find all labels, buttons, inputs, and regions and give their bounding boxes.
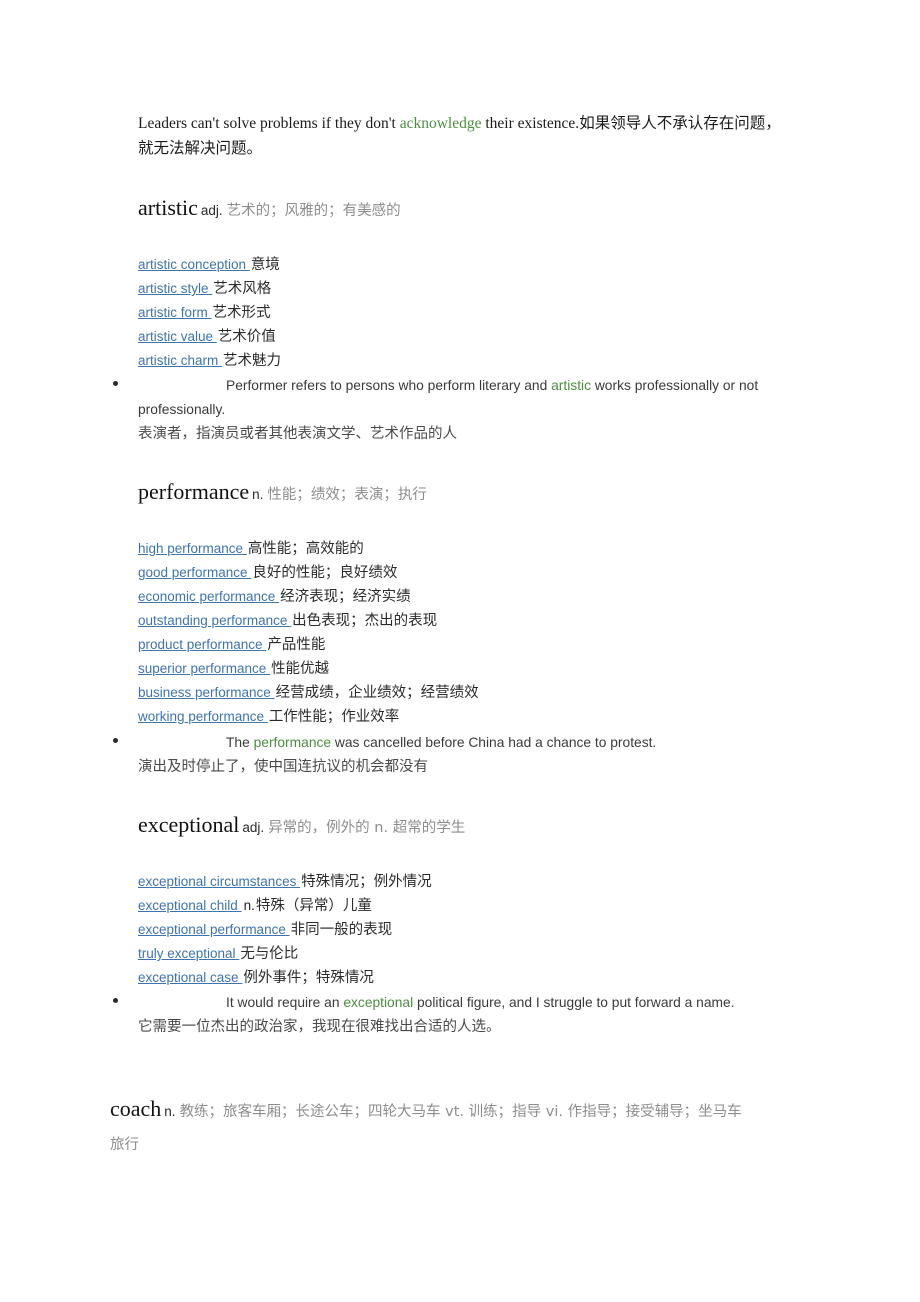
part-of-speech: n. — [252, 487, 264, 502]
collocation-translation: 经济表现；经济实绩 — [280, 589, 411, 605]
collocation-row: product performance 产品性能 — [138, 633, 838, 657]
example-english-before: The — [226, 735, 254, 750]
collocation-row: working performance 工作性能；作业效率 — [138, 705, 838, 729]
collocation-row: artistic style 艺术风格 — [138, 277, 838, 301]
collocation-translation: 产品性能 — [267, 637, 326, 653]
collocation-link[interactable]: artistic conception — [138, 257, 250, 272]
example-sentence-chinese: 表演者，指演员或者其他表演文学、艺术作品的人 — [138, 426, 457, 442]
collocation-row: exceptional circumstances 特殊情况；例外情况 — [138, 870, 838, 894]
gloss-artistic: 艺术的；风雅的；有美感的 — [226, 203, 401, 219]
gloss-coach-line2: 旅行 — [110, 1137, 139, 1153]
collocation-translation: 特殊情况；例外情况 — [301, 874, 432, 890]
headword-line-coach: coach n. 教练；旅客车厢；长途公车；四轮大马车 vt. 训练；指导 vi. … — [110, 1096, 790, 1122]
collocation-row: outstanding performance 出色表现；杰出的表现 — [138, 609, 838, 633]
collocation-row: artistic value 艺术价值 — [138, 325, 838, 349]
collocation-translation: 高性能；高效能的 — [247, 541, 364, 557]
collocation-row: business performance 经营成绩，企业绩效；经营绩效 — [138, 681, 838, 705]
headword-line-performance: performance n. 性能；绩效；表演；执行 — [138, 479, 427, 505]
bullet-marker — [113, 998, 118, 1003]
collocation-translation: 例外事件；特殊情况 — [243, 970, 374, 986]
collocation-link[interactable]: working performance — [138, 709, 268, 724]
example-sentence-chinese: 它需要一位杰出的政治家，我现在很难找出合适的人选。 — [138, 1019, 501, 1035]
collocation-link[interactable]: economic performance — [138, 589, 279, 604]
headword-performance: performance — [138, 479, 250, 504]
gloss-performance: 性能；绩效；表演；执行 — [267, 487, 427, 503]
collocation-link[interactable]: high performance — [138, 541, 247, 556]
collocation-row: exceptional child n.特殊（异常）儿童 — [138, 894, 838, 918]
example-highlight-word: performance — [253, 735, 332, 750]
gloss-coach: 教练；旅客车厢；长途公车；四轮大马车 vt. 训练；指导 vi. 作指导；接受辅… — [179, 1104, 742, 1120]
collocation-link[interactable]: superior performance — [138, 661, 270, 676]
collocation-translation: 艺术价值 — [217, 329, 276, 345]
collocation-link[interactable]: artistic style — [138, 281, 212, 296]
collocation-part-of-speech: n. — [243, 898, 255, 913]
headword-line-artistic: artistic adj. 艺术的；风雅的；有美感的 — [138, 195, 401, 221]
collocation-list-exceptional: exceptional circumstances 特殊情况；例外情况 exce… — [138, 870, 838, 990]
gloss-exceptional: 异常的，例外的 n. 超常的学生 — [268, 820, 466, 836]
collocation-row: economic performance 经济表现；经济实绩 — [138, 585, 838, 609]
collocation-link[interactable]: exceptional case — [138, 970, 242, 985]
collocation-row: high performance 高性能；高效能的 — [138, 537, 838, 561]
collocation-row: exceptional case 例外事件；特殊情况 — [138, 966, 838, 990]
collocation-link[interactable]: good performance — [138, 565, 251, 580]
headword-artistic: artistic — [138, 195, 198, 220]
collocation-link[interactable]: outstanding performance — [138, 613, 291, 628]
collocation-translation: 良好的性能；良好绩效 — [252, 565, 398, 581]
collocation-row: artistic charm 艺术魅力 — [138, 349, 838, 373]
collocation-link[interactable]: artistic form — [138, 305, 212, 320]
collocation-link[interactable]: exceptional child — [138, 898, 242, 913]
collocation-row: artistic form 艺术形式 — [138, 301, 838, 325]
collocation-row: exceptional performance 非同一般的表现 — [138, 918, 838, 942]
headword-coach: coach — [110, 1096, 162, 1121]
collocation-list-artistic: artistic conception 意境 artistic style 艺术… — [138, 253, 838, 373]
collocation-list-performance: high performance 高性能；高效能的 good performan… — [138, 537, 838, 729]
collocation-translation: 工作性能；作业效率 — [268, 709, 400, 725]
example-highlight-word: artistic — [551, 378, 591, 393]
collocation-link[interactable]: business performance — [138, 685, 275, 700]
example-english-before: Performer refers to persons who perform … — [226, 378, 552, 393]
collocation-link[interactable]: truly exceptional — [138, 946, 239, 961]
intro-highlight-word: acknowledge — [399, 115, 482, 132]
collocation-link[interactable]: artistic value — [138, 329, 217, 344]
example-english-after: was cancelled before China had a chance … — [331, 735, 657, 750]
example-sentence-english: Performer refers to persons who perform … — [138, 374, 786, 422]
collocation-translation: 出色表现；杰出的表现 — [292, 613, 438, 629]
collocation-translation: 非同一般的表现 — [290, 922, 393, 938]
collocation-row: good performance 良好的性能；良好绩效 — [138, 561, 838, 585]
headword-line-exceptional: exceptional adj. 异常的，例外的 n. 超常的学生 — [138, 812, 465, 838]
example-sentence-english: It would require an exceptional politica… — [138, 991, 786, 1015]
collocation-translation: 经营成绩，企业绩效；经营绩效 — [275, 685, 479, 701]
intro-english-before: Leaders can't solve problems if they don… — [138, 115, 400, 132]
collocation-row: truly exceptional 无与伦比 — [138, 942, 838, 966]
example-english-before: It would require an — [226, 995, 344, 1010]
collocation-row: artistic conception 意境 — [138, 253, 838, 277]
example-sentence-chinese: 演出及时停止了，使中国连抗议的机会都没有 — [138, 759, 428, 775]
part-of-speech: n. — [164, 1104, 176, 1119]
intro-english-after: their existence. — [481, 115, 580, 132]
intro-sentence: Leaders can't solve problems if they don… — [138, 111, 786, 161]
part-of-speech: adj. — [242, 820, 265, 835]
headword-exceptional: exceptional — [138, 812, 240, 837]
collocation-translation: 意境 — [250, 257, 280, 273]
collocation-translation: 特殊（异常）儿童 — [255, 898, 372, 914]
example-highlight-word: exceptional — [343, 995, 414, 1010]
part-of-speech: adj. — [200, 203, 223, 218]
collocation-link[interactable]: artistic charm — [138, 353, 222, 368]
collocation-row: superior performance 性能优越 — [138, 657, 838, 681]
collocation-link[interactable]: product performance — [138, 637, 266, 652]
collocation-link[interactable]: exceptional circumstances — [138, 874, 300, 889]
collocation-translation: 艺术魅力 — [223, 353, 282, 369]
collocation-link[interactable]: exceptional performance — [138, 922, 290, 937]
collocation-translation: 性能优越 — [271, 661, 330, 677]
collocation-translation: 艺术风格 — [213, 281, 272, 297]
example-english-after: political figure, and I struggle to put … — [413, 995, 735, 1010]
collocation-translation: 艺术形式 — [212, 305, 271, 321]
bullet-marker — [113, 381, 118, 386]
bullet-marker — [113, 738, 118, 743]
collocation-translation: 无与伦比 — [240, 946, 299, 962]
example-sentence-english: The performance was cancelled before Chi… — [138, 731, 786, 755]
document-page: Leaders can't solve problems if they don… — [0, 0, 920, 1302]
